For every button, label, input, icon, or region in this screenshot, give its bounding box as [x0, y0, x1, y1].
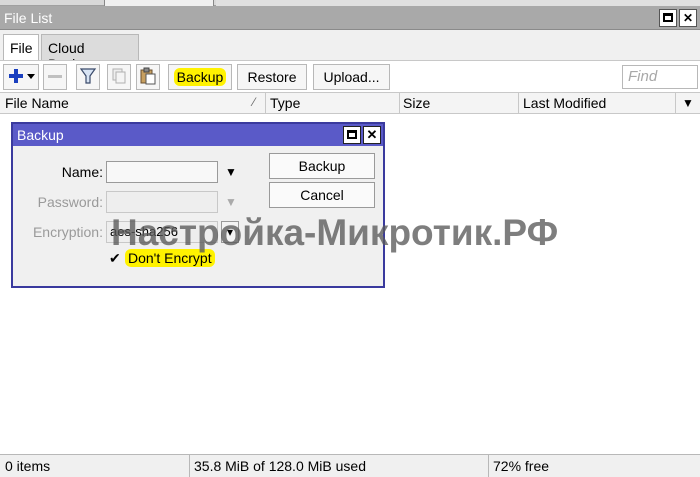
- window-titlebar: File List ✕: [0, 6, 700, 30]
- dialog-cancel-button[interactable]: Cancel: [269, 182, 375, 208]
- watermark-text: Настройка-Микротик.РФ: [111, 212, 559, 253]
- close-icon: ✕: [682, 11, 694, 25]
- name-field[interactable]: [106, 161, 218, 183]
- filter-icon: [79, 68, 97, 84]
- status-items: 0 items: [5, 458, 51, 474]
- column-divider: [675, 93, 676, 114]
- dialog-backup-button[interactable]: Backup: [269, 153, 375, 179]
- column-file-name[interactable]: File Name: [5, 95, 69, 111]
- copy-button[interactable]: [107, 64, 131, 90]
- column-menu-icon[interactable]: ▼: [682, 96, 694, 110]
- tab-cloud-backup[interactable]: Cloud Backup: [41, 34, 139, 72]
- remove-button[interactable]: [43, 64, 67, 90]
- dialog-maximize-button[interactable]: [343, 126, 361, 144]
- column-type[interactable]: Type: [270, 95, 300, 111]
- column-header: File Name ⁄ Type Size Last Modified ▼: [0, 92, 700, 114]
- password-dropdown-icon[interactable]: ▼: [225, 195, 237, 209]
- sort-icon: ⁄: [253, 95, 256, 109]
- maximize-icon: [347, 130, 357, 140]
- close-icon: ✕: [366, 127, 378, 142]
- column-size[interactable]: Size: [403, 95, 430, 111]
- status-used: 35.8 MiB of 128.0 MiB used: [194, 458, 366, 474]
- plus-icon: [9, 69, 35, 83]
- backup-button[interactable]: Backup: [168, 64, 232, 90]
- close-button[interactable]: ✕: [679, 9, 697, 27]
- column-divider: [518, 93, 519, 114]
- add-button[interactable]: [3, 64, 39, 90]
- dialog-close-button[interactable]: ✕: [363, 126, 381, 144]
- encryption-label: Encryption:: [32, 224, 103, 240]
- password-label: Password:: [37, 194, 103, 210]
- dialog-titlebar: Backup ✕: [13, 124, 383, 146]
- name-dropdown-icon[interactable]: ▼: [225, 165, 237, 179]
- name-label: Name:: [61, 164, 103, 180]
- column-last-modified[interactable]: Last Modified: [523, 95, 606, 111]
- tab-bar: File Cloud Backup: [0, 30, 700, 72]
- maximize-icon: [663, 13, 673, 23]
- toolbar: Backup Restore Upload... Find: [0, 60, 700, 92]
- column-divider: [399, 93, 400, 114]
- find-input[interactable]: Find: [622, 65, 698, 89]
- paste-icon: [140, 67, 156, 85]
- restore-button[interactable]: Restore: [237, 64, 307, 90]
- status-free: 72% free: [493, 458, 550, 474]
- filter-button[interactable]: [76, 64, 100, 90]
- backup-button-label: Backup: [173, 68, 227, 86]
- status-bar: 0 items 35.8 MiB of 128.0 MiB used 72% f…: [0, 454, 700, 477]
- paste-button[interactable]: [136, 64, 160, 90]
- dialog-title: Backup: [17, 127, 64, 143]
- backup-dialog: Backup ✕ Name: ▼ Password: ▼ Encryption:…: [11, 122, 385, 288]
- minus-icon: [48, 75, 62, 78]
- password-field[interactable]: [106, 191, 218, 213]
- window-title: File List: [4, 10, 53, 26]
- status-divider: [189, 455, 190, 477]
- tab-file[interactable]: File: [3, 34, 39, 61]
- status-divider: [488, 455, 489, 477]
- column-divider: [265, 93, 266, 114]
- copy-icon: [112, 68, 126, 84]
- maximize-button[interactable]: [659, 9, 677, 27]
- upload-button[interactable]: Upload...: [313, 64, 390, 90]
